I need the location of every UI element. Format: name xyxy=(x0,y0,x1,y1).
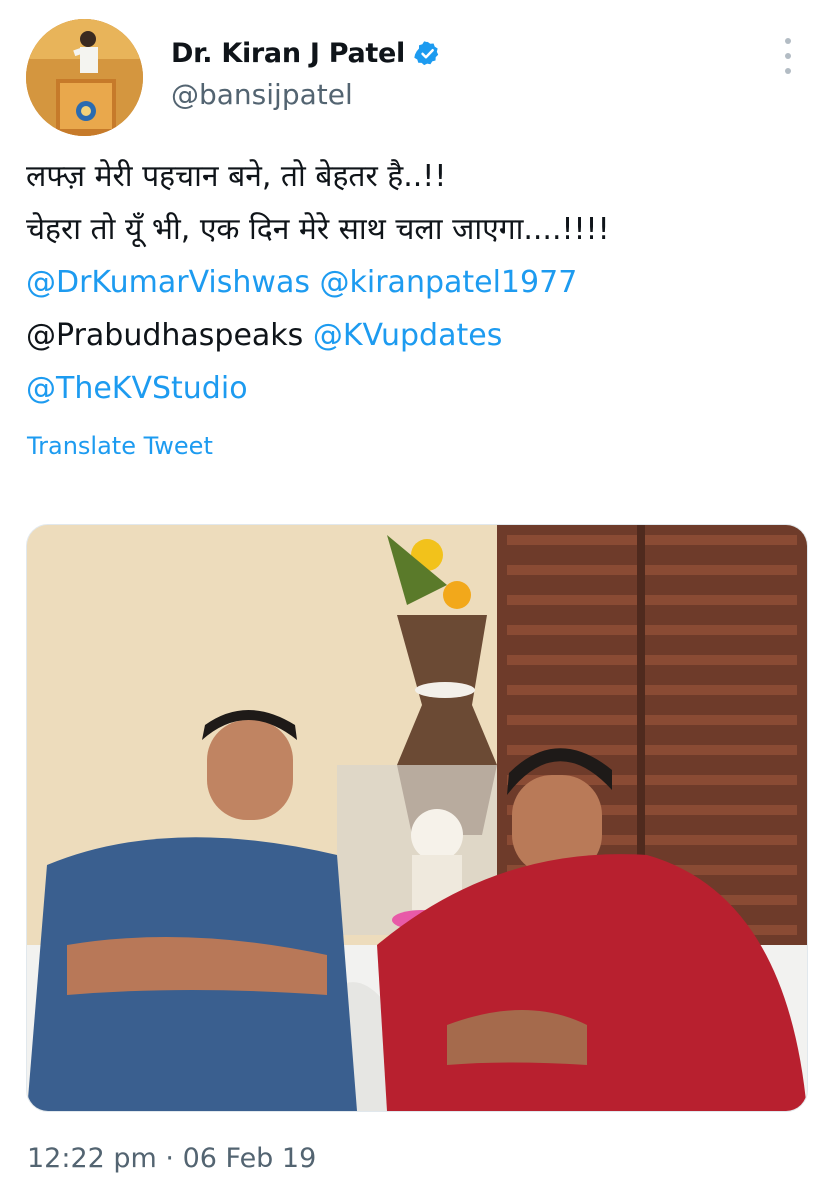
mention-kiranpatel1977[interactable]: @kiranpatel1977 xyxy=(320,265,578,300)
tweet-line-1: लफ्ज़ मेरी पहचान बने, तो बेहतर है..!! xyxy=(26,159,447,194)
author-name[interactable]: Dr. Kiran J Patel xyxy=(171,38,405,69)
photo-image xyxy=(27,525,807,1111)
translate-tweet-link[interactable]: Translate Tweet xyxy=(27,432,213,460)
author-name-row[interactable]: Dr. Kiran J Patel xyxy=(171,38,441,69)
verified-badge-icon xyxy=(414,41,439,66)
author-handle[interactable]: @bansijpatel xyxy=(171,78,353,111)
tweet-line-2: चेहरा तो यूँ भी, एक दिन मेरे साथ चला जाए… xyxy=(26,212,610,247)
avatar[interactable] xyxy=(26,19,143,136)
avatar-image xyxy=(26,19,143,136)
mention-prabudhaspeaks[interactable]: @Prabudhaspeaks xyxy=(26,318,303,353)
tweet-timestamp[interactable]: 12:22 pm · 06 Feb 19 xyxy=(27,1143,316,1174)
more-vertical-icon[interactable] xyxy=(776,38,800,74)
tweet-photo[interactable] xyxy=(26,524,808,1112)
mention-drkumarvishwas[interactable]: @DrKumarVishwas xyxy=(26,265,310,300)
tweet-text: लफ्ज़ मेरी पहचान बने, तो बेहतर है..!! चे… xyxy=(26,150,816,415)
mention-kvupdates[interactable]: @KVupdates xyxy=(313,318,503,353)
mention-thekvstudio[interactable]: @TheKVStudio xyxy=(26,371,248,406)
